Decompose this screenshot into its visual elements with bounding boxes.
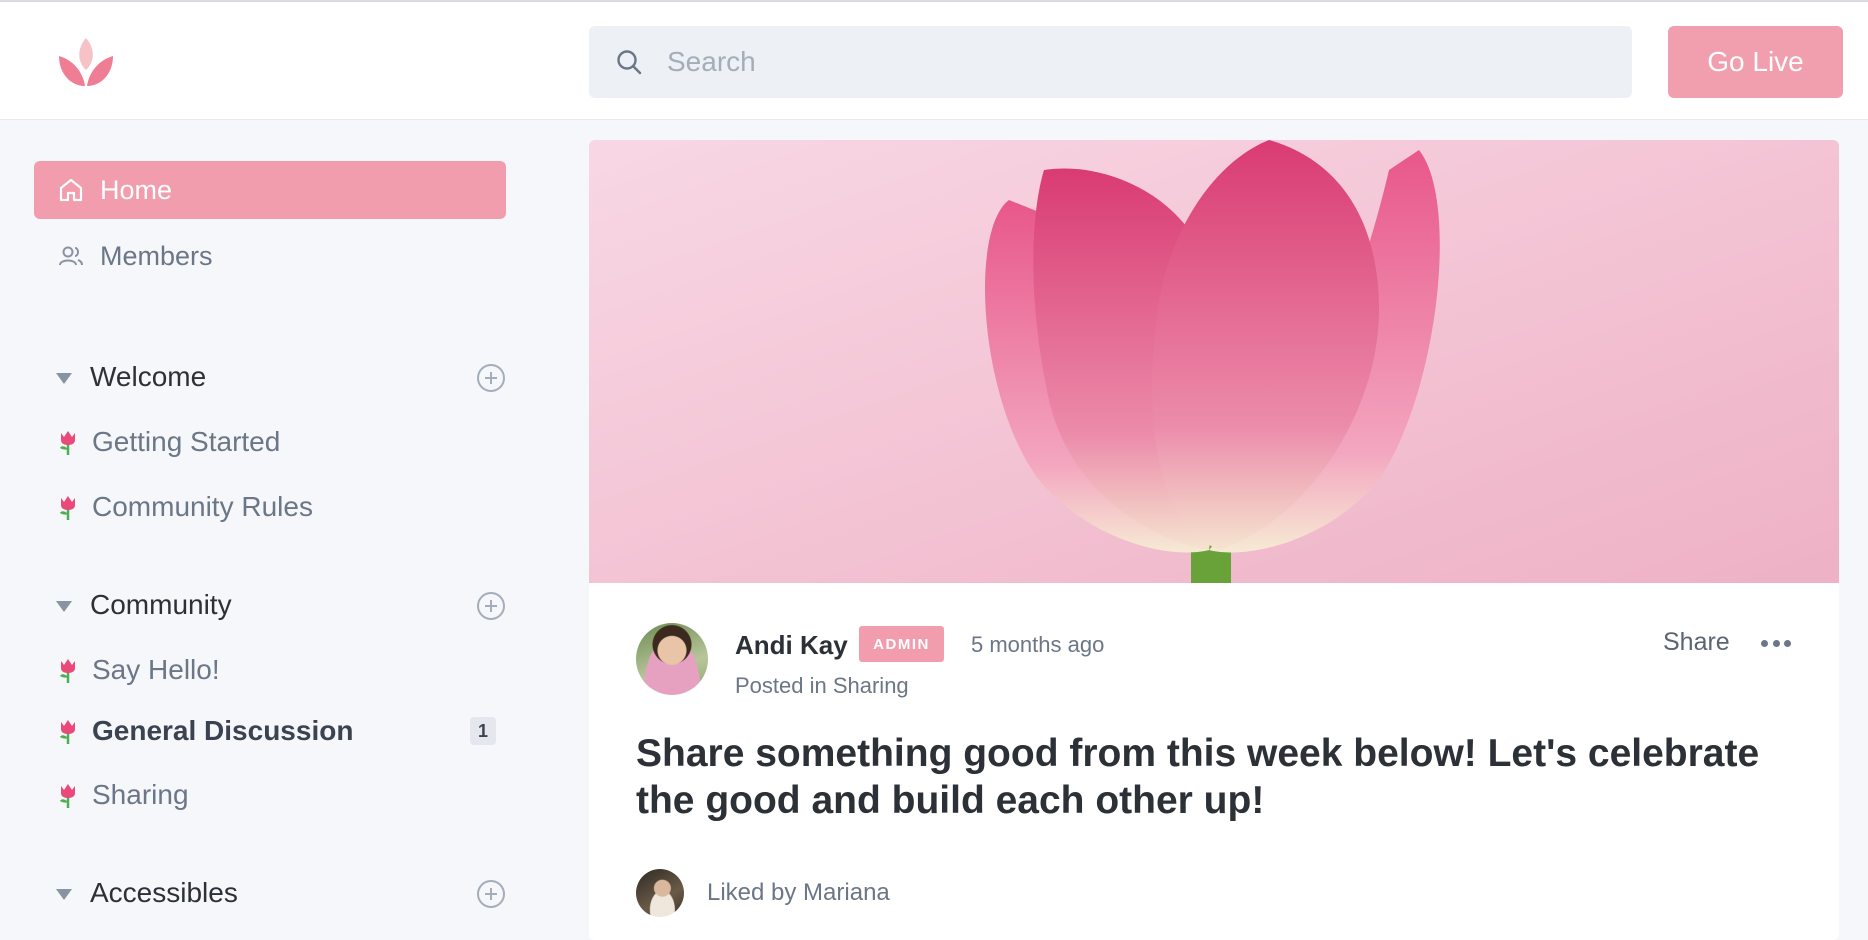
tulip-icon (60, 431, 75, 455)
section-title: Welcome (90, 361, 207, 392)
members-icon (58, 243, 84, 269)
collapse-caret-icon[interactable] (56, 888, 72, 900)
section-community[interactable]: Community (56, 585, 506, 625)
sidebar-item-community-rules[interactable]: Community Rules (58, 487, 508, 527)
collapse-caret-icon[interactable] (56, 600, 72, 612)
search-bar[interactable] (589, 26, 1632, 98)
post-card[interactable]: Andi Kay ADMIN 5 months ago Posted in Sh… (589, 140, 1839, 940)
dot (1772, 639, 1780, 647)
liker-avatar[interactable] (636, 869, 684, 917)
unread-count-badge: 1 (470, 717, 496, 745)
posted-in-space-link[interactable]: Posted in Sharing (735, 673, 909, 699)
section-welcome[interactable]: Welcome (56, 357, 506, 397)
add-space-icon[interactable] (476, 591, 506, 621)
sidebar-item-home[interactable]: Home (34, 161, 506, 219)
section-accessibles[interactable]: Accessibles (56, 873, 506, 913)
post-cover-image (589, 140, 1839, 583)
tulip-icon (60, 784, 75, 808)
post-title[interactable]: Share something good from this week belo… (636, 730, 1786, 824)
admin-badge: ADMIN (859, 626, 944, 662)
sidebar-item-label: Sharing (92, 779, 189, 810)
liked-by-text[interactable]: Liked by Mariana (707, 879, 890, 907)
sidebar-item-label: Say Hello! (92, 654, 220, 685)
sidebar-item-members[interactable]: Members (34, 227, 506, 285)
collapse-caret-icon[interactable] (56, 372, 72, 384)
author-avatar[interactable] (636, 623, 708, 695)
sidebar-item-getting-started[interactable]: Getting Started (58, 422, 508, 462)
sidebar-item-label: Members (100, 240, 213, 271)
sidebar-item-label: Community Rules (92, 491, 313, 522)
sidebar-item-general-discussion[interactable]: General Discussion 1 (58, 711, 508, 751)
tulip-icon (60, 659, 75, 683)
sidebar-item-label: General Discussion (92, 715, 354, 746)
sidebar-item-label: Home (100, 174, 173, 205)
more-options-icon[interactable] (1761, 636, 1791, 650)
top-header: Go Live (0, 2, 1868, 120)
post-timestamp[interactable]: 5 months ago (971, 632, 1104, 658)
tulip-icon (60, 720, 75, 744)
share-button[interactable]: Share (1663, 628, 1730, 657)
sidebar-item-say-hello[interactable]: Say Hello! (58, 650, 508, 690)
sidebar-item-sharing[interactable]: Sharing (58, 775, 508, 815)
go-live-button[interactable]: Go Live (1668, 26, 1843, 98)
dot (1761, 639, 1768, 647)
lotus-logo[interactable] (55, 32, 117, 90)
search-icon (617, 50, 642, 75)
tulip-icon (60, 496, 75, 520)
home-icon (58, 177, 84, 203)
section-title: Community (90, 589, 232, 620)
sidebar-item-label: Getting Started (92, 426, 281, 457)
add-space-icon[interactable] (476, 363, 506, 393)
section-title: Accessibles (90, 877, 238, 908)
add-space-icon[interactable] (476, 879, 506, 909)
sidebar: Home Members Welcome Getting Started Com… (0, 121, 560, 935)
search-input[interactable] (667, 46, 1567, 78)
dot (1784, 639, 1791, 647)
author-name[interactable]: Andi Kay (735, 630, 848, 661)
